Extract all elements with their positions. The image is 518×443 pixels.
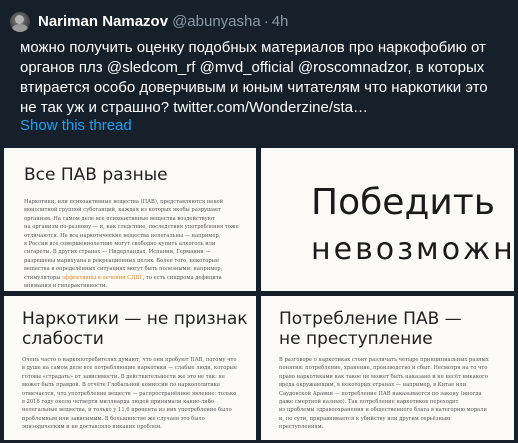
media-image-2[interactable]: Победить невозможн [261, 148, 514, 291]
body-line: в душе на самом деле все потребляющие на… [22, 365, 237, 372]
body-line: вреда окружающим, в некоторых странах — … [279, 382, 467, 389]
tweet-text: можно получить оценку подобных материало… [20, 38, 508, 118]
body-line: внимания и гиперактивности. [24, 283, 107, 290]
avatar[interactable] [10, 12, 30, 32]
body-line: отмечается, что употребление веществ — р… [22, 390, 237, 397]
show-thread-link[interactable]: Show this thread [20, 116, 132, 136]
body-line: на организм по-разному — и, как следстви… [24, 224, 239, 231]
body-line: в 2016 году около четверти миллиарда люд… [22, 399, 214, 406]
body-line: преступлениям. [279, 424, 324, 431]
tweet-header: Nariman Namazov @abunyasha · 4h [38, 13, 288, 31]
body-line: сигареты. В других странах — Нидерландах… [24, 249, 211, 256]
body-line: право наркотиками как такое не может быт… [279, 373, 488, 380]
tweet-line: втирается особо доверчивым и юным читате… [20, 79, 488, 96]
body-line: и, по сути, приравнивается к убийству ил… [279, 415, 451, 422]
body-line: в России все совершеннолетние могут своб… [24, 241, 216, 248]
body-line: из проблемы здравоохранения и общественн… [279, 407, 487, 414]
card-heading: Все ПАВ разные [24, 165, 168, 185]
body-line: В разговоре о наркотиках стоит различать… [279, 357, 489, 363]
body-text: , то есть синдрома дефицита [142, 274, 222, 281]
body-line: может быть правдой. В отчёте Глобальной … [22, 382, 221, 389]
body-line: понятия: потребление, хранение, производ… [279, 365, 488, 372]
heading-line: Потребление ПАВ — [279, 309, 462, 329]
body-line: даже смертной казнью). Так потребление н… [279, 399, 459, 406]
body-line: стимуляторы эффективны в лечении СДВГ, т… [24, 274, 246, 282]
media-image-3[interactable]: Наркотики — не признак слабости Очень ча… [4, 296, 256, 440]
body-line: Саудовской Аравии — потребление ПАВ нака… [279, 390, 482, 397]
display-name[interactable]: Nariman Namazov [38, 13, 168, 30]
body-line: эпизодическим и не доставляло никаких пр… [22, 424, 162, 431]
body-line: Очень часто о наркопотребителях думают, … [22, 357, 237, 363]
tweet-line-text: не так уж и страшно? [20, 99, 174, 116]
card-heading: Потребление ПАВ — не преступление [279, 309, 462, 349]
body-line: Наркотики, или психоактивные вещества (П… [24, 199, 224, 205]
card-heading: Наркотики — не признак слабости [22, 309, 248, 349]
body-line: проблемным или зависимым. В большинстве … [22, 415, 205, 422]
big-headline-line-2: невозможн [311, 232, 514, 267]
media-image-4[interactable]: Потребление ПАВ — не преступление В разг… [261, 296, 514, 440]
media-grid: Все ПАВ разные Наркотики, или психоактив… [4, 148, 514, 440]
big-headline-line-1: Победить [311, 182, 495, 223]
heading-line: слабости [22, 328, 104, 349]
body-line: организм. На самом деле все психоактивны… [24, 215, 216, 222]
body-text: стимуляторы [24, 274, 62, 281]
card-body: Очень часто о наркопотребителях думают, … [22, 356, 250, 432]
tweet-link[interactable]: twitter.com/Wonderzine/sta… [173, 99, 368, 116]
body-line: монолитной группой субстанций, каждая из… [24, 207, 221, 214]
body-line: разрешены марихуана в рекреационных целя… [24, 257, 219, 264]
body-line: отличаются. Не все наркотические веществ… [24, 232, 221, 239]
highlighted-link: эффективны в лечении СДВГ [61, 274, 143, 281]
tweet-line: не так уж и страшно? twitter.com/Wonderz… [20, 98, 508, 118]
heading-line: Наркотики — не признак [22, 309, 248, 329]
media-image-1[interactable]: Все ПАВ разные Наркотики, или психоактив… [4, 148, 256, 291]
body-line: вещества в определённых ситуациях могут … [24, 266, 223, 273]
body-line: нелегальные вещества, и только у 11,6 пр… [22, 407, 232, 414]
card-body: Наркотики, или психоактивные вещества (П… [24, 198, 246, 290]
user-handle[interactable]: @abunyasha [172, 13, 261, 30]
separator: · [263, 13, 269, 30]
card-body: В разговоре о наркотиках стоит различать… [279, 356, 507, 432]
tweet[interactable]: Nariman Namazov @abunyasha · 4h можно получ… [0, 0, 518, 443]
body-line: готовы «страдать» от зависимости. В дейс… [22, 373, 225, 380]
heading-line: не преступление [279, 328, 433, 349]
tweet-line: органов плз @sledcom_rf @mvd_official @r… [20, 59, 485, 76]
tweet-line: можно получить оценку подобных материало… [20, 39, 486, 56]
timestamp[interactable]: 4h [272, 13, 289, 30]
